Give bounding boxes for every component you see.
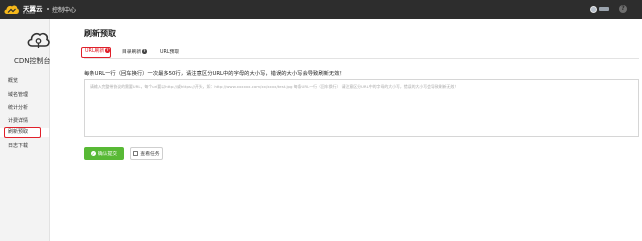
cloud-logo-icon — [4, 5, 19, 14]
top-bar: 天翼云 e Cloud 控制中心 ? — [0, 0, 642, 19]
sidebar-item-statistics[interactable]: 统计分析 — [0, 104, 49, 113]
tabs-divider — [84, 58, 639, 59]
sidebar-item-overview[interactable]: 概览 — [0, 77, 49, 86]
sidebar-item-billing[interactable]: 计费详情 — [0, 117, 49, 126]
active-item-highlight-box — [4, 127, 41, 138]
help-icon[interactable]: ? — [619, 5, 627, 13]
user-avatar[interactable] — [590, 6, 597, 13]
cdn-cloud-icon — [27, 32, 50, 48]
question-icon[interactable]: ? — [142, 49, 147, 54]
brand-english-name: e Cloud — [23, 11, 36, 15]
confirm-submit-button[interactable]: ✓ 确认提交 — [84, 147, 124, 160]
list-icon — [133, 151, 139, 156]
brand-separator — [47, 8, 49, 10]
tab-label: URL刷新 — [85, 49, 105, 54]
sidebar-item-log-download[interactable]: 日志下载 — [0, 142, 49, 151]
tab-label: URL预取 — [160, 50, 180, 55]
sidebar-item-domain-management[interactable]: 域名管理 — [0, 91, 49, 100]
console-title[interactable]: 控制中心 — [52, 5, 76, 14]
tab-url-prefetch[interactable]: URL预取 — [160, 47, 179, 58]
tab-directory-refresh[interactable]: 目录刷新? — [122, 47, 147, 58]
view-tasks-label: 查看任务 — [140, 152, 160, 157]
confirm-submit-label: 确认提交 — [97, 152, 118, 157]
tab-url-refresh[interactable]: URL刷新? — [81, 47, 111, 58]
tab-label: 目录刷新 — [122, 50, 142, 55]
url-input[interactable] — [84, 79, 639, 137]
instruction-text: 每条URL一行（回车换行）一次最多50行，请注意区分URL中的字母的大小写，错误… — [84, 71, 345, 77]
view-tasks-button[interactable]: 查看任务 — [130, 147, 163, 160]
check-circle-icon: ✓ — [90, 151, 96, 156]
user-account-menu[interactable] — [599, 7, 609, 11]
sidebar-title: CDN控制台 — [14, 57, 51, 65]
question-icon[interactable]: ? — [105, 48, 110, 53]
page-title: 刷新预取 — [84, 29, 116, 38]
